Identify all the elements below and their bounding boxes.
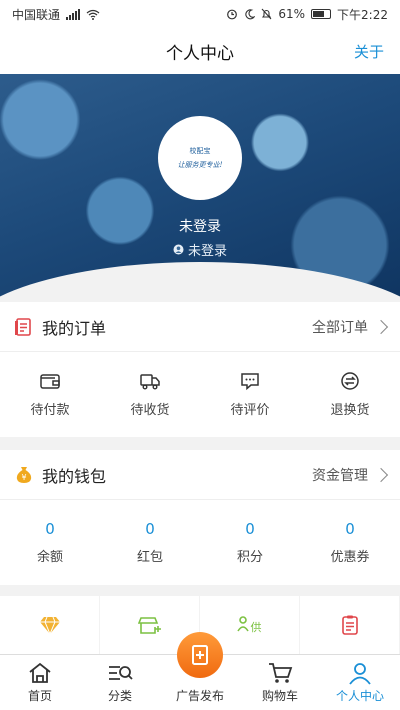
signal-icon xyxy=(66,8,81,20)
ad-publish-button[interactable] xyxy=(177,632,223,678)
ad-publish-icon xyxy=(192,645,208,665)
avatar-slogan-text: 让服务更专业! xyxy=(177,161,223,169)
order-status-pending-payment[interactable]: 待付款 xyxy=(0,352,100,437)
category-icon xyxy=(109,666,133,680)
return-icon xyxy=(341,372,359,390)
wallet-icon xyxy=(40,374,60,389)
wallet-title: 我的钱包 xyxy=(42,466,107,486)
order-list-icon xyxy=(15,317,31,336)
wallet-label: 余额 xyxy=(36,550,63,565)
order-status-label: 待评价 xyxy=(230,403,270,418)
clock: 下午2:22 xyxy=(337,7,388,22)
status-bar: 中国联通 61% 下午2:22 xyxy=(0,0,400,28)
wallet-stats-row: 0 余额 0 红包 0 积分 0 优惠券 xyxy=(0,500,400,585)
all-orders-link[interactable]: 全部订单 xyxy=(312,317,389,337)
tab-label: 首页 xyxy=(27,689,52,703)
wallet-header[interactable]: ¥ 我的钱包 资金管理 xyxy=(0,450,400,500)
fund-management-label: 资金管理 xyxy=(312,467,368,484)
battery-percent: 61% xyxy=(278,7,306,21)
supply-glyph: 供 xyxy=(250,620,261,634)
tab-cart[interactable]: 购物车 xyxy=(240,655,320,710)
chevron-right-icon xyxy=(373,319,389,334)
service-tile-records[interactable] xyxy=(300,596,400,654)
avatar[interactable]: 校配宝 让服务更专业! xyxy=(158,116,242,200)
carrier-label: 中国联通 xyxy=(12,7,61,22)
tab-label: 广告发布 xyxy=(175,689,224,703)
user-icon xyxy=(349,663,371,685)
wallet-value: 0 xyxy=(45,520,55,538)
tab-label: 分类 xyxy=(107,689,132,703)
profile-header: 校配宝 让服务更专业! 未登录 未登录 xyxy=(0,74,400,302)
wallet-label: 积分 xyxy=(236,550,263,565)
order-status-label: 待收货 xyxy=(130,403,170,418)
supplier-icon: 供 xyxy=(236,616,261,634)
order-status-pending-receipt[interactable]: 待收货 xyxy=(100,352,200,437)
tab-home[interactable]: 首页 xyxy=(0,655,80,710)
service-tile-vip[interactable] xyxy=(0,596,100,654)
all-orders-label: 全部订单 xyxy=(312,319,368,336)
avatar-logo-text: 校配宝 xyxy=(189,147,211,155)
wallet-value: 0 xyxy=(345,520,355,538)
wallet-label: 红包 xyxy=(136,550,163,565)
order-status-label: 退换货 xyxy=(330,403,370,418)
wallet-balance[interactable]: 0 余额 xyxy=(0,500,100,585)
wifi-icon xyxy=(86,9,100,20)
about-button[interactable]: 关于 xyxy=(354,41,384,62)
svg-text:¥: ¥ xyxy=(21,473,26,482)
wallet-red-packet[interactable]: 0 红包 xyxy=(100,500,200,585)
order-status-row: 待付款 待收货 待评价 退换货 xyxy=(0,352,400,437)
wallet-points[interactable]: 0 积分 xyxy=(200,500,300,585)
alarm-icon xyxy=(227,9,238,20)
wallet-coupons[interactable]: 0 优惠券 xyxy=(300,500,400,585)
tab-label: 个人中心 xyxy=(335,689,384,703)
tab-category[interactable]: 分类 xyxy=(80,655,160,710)
wallet-value: 0 xyxy=(145,520,155,538)
fund-management-link[interactable]: 资金管理 xyxy=(312,465,389,485)
nav-bar: 个人中心 关于 xyxy=(0,28,400,74)
login-status-label: 未登录 xyxy=(187,244,227,259)
order-status-pending-review[interactable]: 待评价 xyxy=(200,352,300,437)
clipboard-icon xyxy=(341,615,358,635)
page-title: 个人中心 xyxy=(166,43,234,64)
store-add-icon xyxy=(137,617,161,634)
diamond-icon xyxy=(39,616,60,636)
wallet-card: ¥ 我的钱包 资金管理 0 余额 0 红包 0 积分 0 优惠券 xyxy=(0,450,400,585)
user-name[interactable]: 未登录 xyxy=(0,216,400,236)
user-icon xyxy=(173,244,184,255)
money-bag-icon: ¥ xyxy=(16,466,32,483)
battery-icon xyxy=(311,9,332,19)
home-icon xyxy=(29,662,51,683)
order-status-label: 待付款 xyxy=(30,403,70,418)
tab-label: 购物车 xyxy=(261,689,298,703)
wallet-label: 优惠券 xyxy=(330,550,370,565)
chevron-right-icon xyxy=(373,467,389,482)
orders-header[interactable]: 我的订单 全部订单 xyxy=(0,302,400,352)
login-status[interactable]: 未登录 xyxy=(0,240,400,259)
moon-icon xyxy=(245,8,256,19)
orders-card: 我的订单 全部订单 待付款 待收货 待评价 退换货 xyxy=(0,302,400,437)
mute-bell-icon xyxy=(261,8,272,20)
order-status-returns[interactable]: 退换货 xyxy=(300,352,400,437)
header-curve xyxy=(0,262,400,302)
cart-icon xyxy=(269,663,293,683)
truck-icon xyxy=(140,374,160,390)
comment-icon xyxy=(241,373,259,391)
wallet-value: 0 xyxy=(245,520,255,538)
tab-profile[interactable]: 个人中心 xyxy=(320,655,400,710)
orders-title: 我的订单 xyxy=(42,318,107,338)
